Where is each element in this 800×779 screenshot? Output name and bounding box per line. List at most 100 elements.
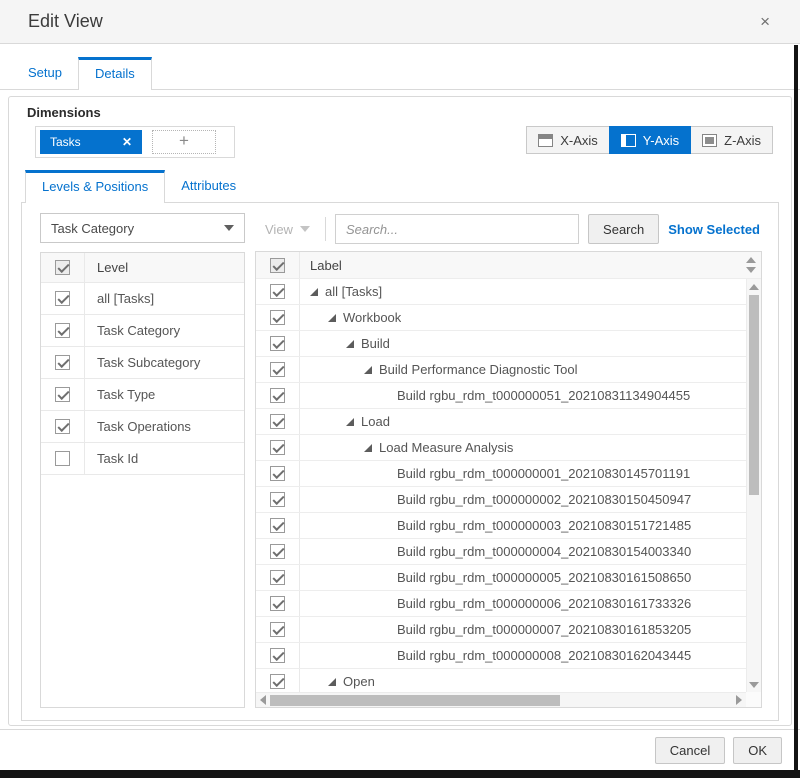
row-checkbox[interactable] [270,492,285,507]
expand-collapse-icon[interactable] [310,287,318,296]
y-axis-label: Y-Axis [642,132,680,148]
row-checkbox[interactable] [270,622,285,637]
row-checkbox[interactable] [270,648,285,663]
label-table-row[interactable]: Build rgbu_rdm_t000000002_20210830150450… [256,487,746,513]
z-axis-button[interactable]: Z-Axis [690,126,773,154]
scrollbar-corner [746,692,761,707]
label-table-row[interactable]: Build rgbu_rdm_t000000008_20210830162043… [256,643,746,669]
expand-collapse-icon[interactable] [328,313,336,322]
row-checkbox[interactable] [270,284,285,299]
tree-row-label: Build rgbu_rdm_t000000002_20210830150450… [397,492,692,507]
expand-collapse-icon[interactable] [328,677,336,686]
add-dimension-button[interactable]: + [152,130,216,154]
expand-collapse-icon[interactable] [346,417,354,426]
level-select-dropdown[interactable]: Task Category [40,213,245,243]
scroll-left-icon[interactable] [260,695,266,705]
label-table-row[interactable]: Load Measure Analysis [256,435,746,461]
row-checkbox[interactable] [270,362,285,377]
tree-cell: Build rgbu_rdm_t000000005_20210830161508… [300,570,691,585]
scroll-up-icon[interactable] [749,284,759,290]
select-all-positions-checkbox[interactable] [270,257,285,273]
row-checkbox[interactable] [270,414,285,429]
horizontal-scroll-thumb[interactable] [270,695,560,706]
expand-collapse-icon[interactable] [364,443,372,452]
scroll-down-icon[interactable] [746,267,756,273]
tree-row-label: Build rgbu_rdm_t000000007_20210830161853… [397,622,692,637]
select-all-levels-checkbox[interactable] [55,260,70,275]
view-dropdown-disabled[interactable]: View [255,222,316,237]
level-row-label: Task Type [97,387,156,402]
row-checkbox[interactable] [270,674,285,689]
level-table-row[interactable]: Task Id [41,443,244,475]
tree-cell: Build rgbu_rdm_t000000004_20210830154003… [300,544,691,559]
tree-cell: Load Measure Analysis [300,440,513,455]
row-checkbox[interactable] [55,451,70,466]
row-checkbox[interactable] [270,336,285,351]
search-button[interactable]: Search [588,214,660,244]
row-checkbox[interactable] [270,596,285,611]
row-checkbox[interactable] [55,323,70,338]
label-table-row[interactable]: Build rgbu_rdm_t000000006_20210830161733… [256,591,746,617]
row-checkbox[interactable] [270,388,285,403]
row-checkbox-cell [41,379,85,410]
row-checkbox[interactable] [270,518,285,533]
ok-button[interactable]: OK [733,736,782,764]
vertical-scroll-thumb[interactable] [749,295,759,495]
scroll-down-icon[interactable] [749,682,759,688]
label-table-row[interactable]: Build rgbu_rdm_t000000005_20210830161508… [256,565,746,591]
dialog-title: Edit View [28,11,103,31]
row-checkbox[interactable] [270,440,285,455]
row-checkbox[interactable] [55,387,70,402]
label-table-row[interactable]: Build rgbu_rdm_t000000001_20210830145701… [256,461,746,487]
level-table-row[interactable]: Task Subcategory [41,347,244,379]
level-table-row[interactable]: Task Operations [41,411,244,443]
chip-remove-icon[interactable]: ✕ [122,135,132,149]
search-input[interactable] [334,214,580,244]
label-table-row[interactable]: Build rgbu_rdm_t000000051_20210831134904… [256,383,746,409]
tab-details[interactable]: Details [77,57,152,90]
positions-column: View Search Show Selected Label [255,213,762,708]
close-icon[interactable]: × [760,12,770,32]
row-checkbox[interactable] [55,419,70,434]
expand-collapse-icon[interactable] [346,339,354,348]
row-checkbox-cell [256,513,300,538]
label-table-row[interactable]: Build rgbu_rdm_t000000004_20210830154003… [256,539,746,565]
levels-column-header: Level [97,260,129,275]
label-table-row[interactable]: Workbook [256,305,746,331]
detail-tab-bar: Levels & Positions Attributes [21,170,779,203]
label-table-row[interactable]: all [Tasks] [256,279,746,305]
row-checkbox[interactable] [270,570,285,585]
x-axis-button[interactable]: X-Axis [526,126,610,154]
tab-attributes[interactable]: Attributes [165,170,252,202]
label-table-row[interactable]: Load [256,409,746,435]
show-selected-link[interactable]: Show Selected [668,222,762,237]
label-table-row[interactable]: Build [256,331,746,357]
z-axis-label: Z-Axis [724,132,761,148]
cancel-button[interactable]: Cancel [654,736,726,764]
scroll-up-icon[interactable] [746,257,756,263]
row-checkbox[interactable] [270,310,285,325]
level-table-row[interactable]: Task Category [41,315,244,347]
scroll-right-icon[interactable] [736,695,742,705]
row-checkbox[interactable] [55,355,70,370]
label-table-row[interactable]: Build rgbu_rdm_t000000003_20210830151721… [256,513,746,539]
vertical-scrollbar[interactable] [746,279,761,692]
row-checkbox[interactable] [55,291,70,306]
expand-collapse-icon[interactable] [364,365,372,374]
level-table-row[interactable]: Task Type [41,379,244,411]
y-axis-button[interactable]: Y-Axis [608,126,692,154]
header-scroll-arrows [746,257,756,273]
row-checkbox[interactable] [270,466,285,481]
row-checkbox-cell [41,347,85,378]
horizontal-scrollbar[interactable] [256,692,746,707]
tree-cell: Open [300,674,375,689]
tab-setup[interactable]: Setup [12,57,78,89]
label-table-row[interactable]: Build rgbu_rdm_t000000007_20210830161853… [256,617,746,643]
label-table-row[interactable]: Build Performance Diagnostic Tool [256,357,746,383]
dimension-chip-tasks[interactable]: Tasks ✕ [40,130,142,154]
level-table-row[interactable]: all [Tasks] [41,283,244,315]
levels-column: Task Category Level all [Tasks] Task Cat… [40,213,245,708]
tab-levels-positions[interactable]: Levels & Positions [25,170,166,203]
chevron-down-icon [299,226,310,232]
row-checkbox[interactable] [270,544,285,559]
